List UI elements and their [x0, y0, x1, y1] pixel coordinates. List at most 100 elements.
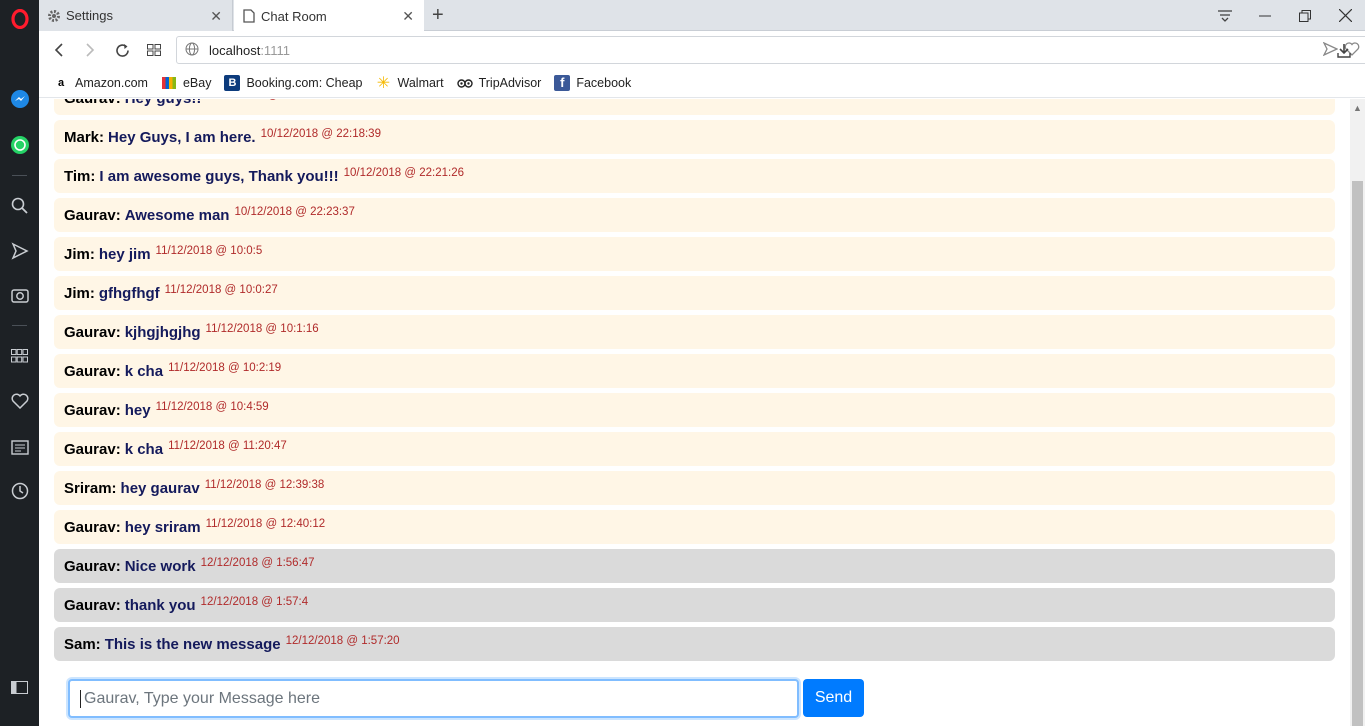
bookmark-walmart[interactable]: ✳ Walmart [376, 75, 444, 92]
chat-message: Gaurav: k cha 11/12/2018 @ 10:2:19 [54, 354, 1335, 388]
bookmark-amazon[interactable]: a Amazon.com [53, 75, 148, 91]
chat-message: Jim: hey jim 11/12/2018 @ 10:0:5 [54, 237, 1335, 271]
bookmark-label: eBay [182, 75, 212, 90]
page-icon [242, 9, 256, 23]
gear-icon [47, 9, 61, 23]
camera-icon[interactable] [0, 280, 39, 310]
message-author: Gaurav: [64, 324, 121, 341]
chat-message: Gaurav: Awesome man 10/12/2018 @ 22:23:37 [54, 198, 1335, 232]
send-button[interactable]: Send [803, 679, 864, 717]
bookmark-facebook[interactable]: f Facebook [554, 74, 632, 91]
globe-icon [185, 42, 199, 59]
message-author: Gaurav: [64, 207, 121, 224]
bookmark-label: Walmart [397, 75, 444, 90]
send-icon[interactable] [0, 236, 39, 266]
bookmark-ebay[interactable]: eBay [161, 75, 212, 91]
chat-message: Gaurav: thank you 12/12/2018 @ 1:57:4 [54, 588, 1335, 622]
messenger-icon[interactable] [0, 84, 39, 114]
message-text: Hey guys!! [125, 99, 202, 107]
message-author: Gaurav: [64, 402, 121, 419]
new-tab-icon[interactable]: + [432, 4, 444, 27]
message-text: hey jim [98, 246, 151, 263]
message-text: This is the new message [104, 636, 281, 653]
message-author: Gaurav: [64, 558, 121, 575]
tab-strip: Settings ✕ Chat Room ✕ + [39, 0, 1365, 32]
news-icon[interactable] [0, 432, 39, 462]
tabs-overview-icon[interactable] [141, 36, 167, 64]
message-timestamp: 11/12/2018 @ 10:0:27 [164, 284, 278, 296]
bookmark-tripadvisor[interactable]: TripAdvisor [456, 75, 542, 91]
chat-message: Gaurav: Hey guys!! 10/12/2018 @ 22:18:03 [54, 99, 1335, 115]
chat-message: Mark: Hey Guys, I am here. 10/12/2018 @ 22… [54, 120, 1335, 154]
message-list: Gaurav: Hey guys!! 10/12/2018 @ 22:18:03 Ma… [54, 99, 1335, 666]
chat-message: Gaurav: hey sriram 11/12/2018 @ 12:40:12 [54, 510, 1335, 544]
message-timestamp: 10/12/2018 @ 22:18:03 [206, 99, 326, 101]
message-timestamp: 12/12/2018 @ 1:56:47 [200, 557, 315, 569]
message-timestamp: 11/12/2018 @ 10:0:5 [155, 245, 263, 257]
tab-menu-icon[interactable] [1205, 0, 1245, 31]
message-text: thank you [124, 597, 196, 614]
address-bar[interactable]: localhost:1111 [176, 36, 1365, 64]
message-text: hey gaurav [120, 480, 200, 497]
message-text: I am awesome guys, Thank you!!! [99, 168, 339, 185]
message-text: k cha [124, 363, 164, 380]
message-text: k cha [124, 441, 164, 458]
message-author: Gaurav: [64, 597, 121, 614]
tab-settings[interactable]: Settings ✕ [39, 0, 233, 31]
history-icon[interactable] [0, 476, 39, 506]
close-icon[interactable]: ✕ [402, 8, 414, 25]
bookmark-booking[interactable]: B Booking.com: Cheap [224, 74, 363, 91]
download-icon[interactable] [1331, 36, 1357, 64]
message-timestamp: 11/12/2018 @ 10:1:16 [205, 323, 319, 335]
tab-label: Chat Room [261, 8, 327, 24]
amazon-icon: a [57, 76, 65, 89]
bookmark-label: Facebook [576, 75, 632, 90]
message-author: Gaurav: [64, 519, 121, 536]
opera-logo-icon[interactable] [0, 4, 39, 34]
reload-icon[interactable] [109, 36, 135, 64]
address-toolbar: localhost:1111 [39, 32, 1365, 68]
close-icon[interactable]: ✕ [210, 8, 222, 25]
message-author: Mark: [64, 129, 105, 146]
message-input[interactable]: Gaurav, Type your Message here [68, 679, 799, 718]
sidebar-toggle-icon[interactable] [0, 672, 39, 702]
chat-message: Gaurav: hey 11/12/2018 @ 10:4:59 [54, 393, 1335, 427]
message-text: kjhgjhgjhg [124, 324, 201, 341]
heart-icon[interactable] [0, 386, 39, 416]
message-timestamp: 11/12/2018 @ 10:4:59 [155, 401, 269, 413]
message-text: gfhgfhgf [98, 285, 160, 302]
chat-message: Gaurav: Nice work 12/12/2018 @ 1:56:47 [54, 549, 1335, 583]
minimize-icon[interactable] [1245, 0, 1285, 31]
close-window-icon[interactable] [1325, 0, 1365, 31]
booking-icon: B [224, 74, 241, 91]
message-timestamp: 10/12/2018 @ 22:21:26 [343, 167, 465, 179]
ebay-icon [161, 75, 177, 91]
page-scrollbar[interactable]: ▲ [1350, 99, 1365, 726]
scrollbar-thumb[interactable] [1352, 181, 1363, 726]
forward-icon[interactable] [77, 36, 103, 64]
message-text: hey [124, 402, 151, 419]
message-timestamp: 10/12/2018 @ 22:23:37 [234, 206, 355, 218]
message-author: Tim: [64, 168, 96, 185]
back-icon[interactable] [46, 36, 72, 64]
message-timestamp: 10/12/2018 @ 22:18:39 [260, 128, 381, 140]
message-input-placeholder: Gaurav, Type your Message here [84, 689, 320, 707]
scroll-up-icon[interactable]: ▲ [1353, 103, 1362, 113]
message-timestamp: 11/12/2018 @ 10:2:19 [168, 362, 282, 374]
restore-icon[interactable] [1285, 0, 1325, 31]
message-author: Sriram: [64, 480, 117, 497]
tab-chat-room[interactable]: Chat Room ✕ [234, 0, 424, 32]
message-text: Hey Guys, I am here. [108, 129, 256, 146]
message-text: Awesome man [124, 207, 230, 224]
message-timestamp: 11/12/2018 @ 12:39:38 [204, 479, 325, 491]
chat-message: Gaurav: k cha 11/12/2018 @ 11:20:47 [54, 432, 1335, 466]
search-icon[interactable] [0, 191, 39, 221]
whatsapp-icon[interactable] [0, 130, 39, 160]
bookmark-label: TripAdvisor [478, 75, 542, 90]
message-timestamp: 11/12/2018 @ 12:40:12 [205, 518, 326, 530]
speed-dial-icon[interactable] [0, 341, 39, 371]
chat-message: Sriram: hey gaurav 11/12/2018 @ 12:39:38 [54, 471, 1335, 505]
chat-page: Gaurav: Hey guys!! 10/12/2018 @ 22:18:03 Ma… [39, 99, 1365, 726]
tripadvisor-icon [456, 75, 473, 91]
bookmark-label: Booking.com: Cheap [246, 75, 363, 90]
